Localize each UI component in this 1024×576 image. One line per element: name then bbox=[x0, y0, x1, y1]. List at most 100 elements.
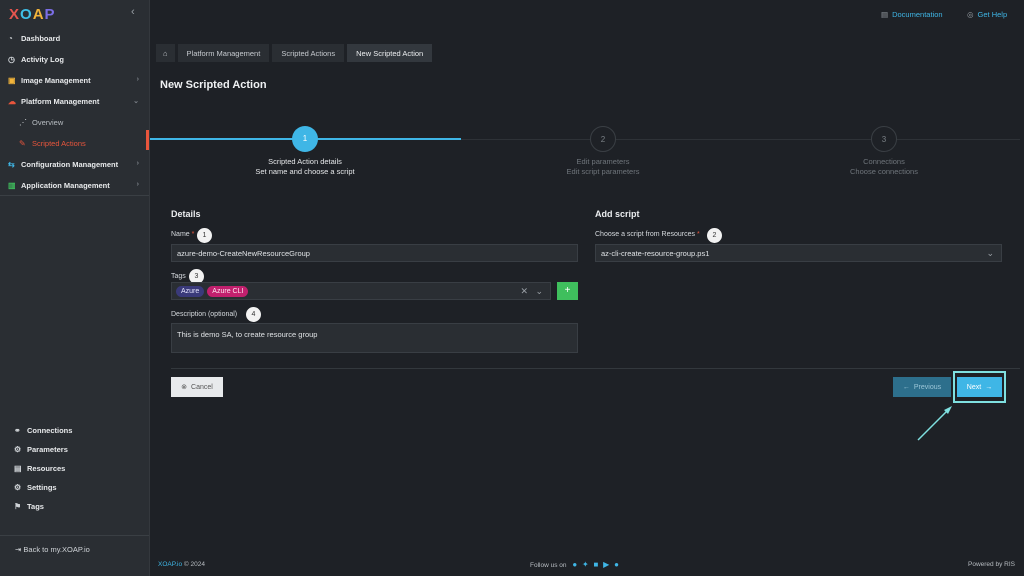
sidebar-item-label: Resources bbox=[27, 464, 66, 473]
sidebar-nav: ◔ Dashboard ◷ Activity Log ▣ Image Manag… bbox=[0, 28, 149, 196]
annotation-badge-1: 1 bbox=[197, 228, 212, 243]
chevron-right-icon: › bbox=[136, 160, 139, 167]
step-1-circle[interactable]: 1 bbox=[292, 126, 318, 152]
name-label-text: Name bbox=[171, 231, 190, 238]
breadcrumb-platform-management[interactable]: Platform Management bbox=[177, 44, 270, 62]
form-divider bbox=[171, 368, 1020, 369]
step-3-title: Connections bbox=[863, 157, 905, 166]
sidebar-item-application-management[interactable]: ▥ Application Management › bbox=[0, 175, 149, 196]
chevron-right-icon: › bbox=[136, 181, 139, 188]
name-field[interactable]: azure-demo-CreateNewResourceGroup bbox=[171, 244, 578, 262]
step-1-label: Scripted Action details Set name and cho… bbox=[205, 157, 405, 177]
sidebar-item-tags[interactable]: ⚑ Tags bbox=[0, 497, 149, 516]
step-3-label: Connections Choose connections bbox=[784, 157, 984, 177]
follow-label: Follow us on bbox=[530, 562, 567, 569]
active-indicator bbox=[146, 130, 149, 150]
footer-powered: Powered by RIS bbox=[968, 561, 1015, 568]
step-3-subtitle: Choose connections bbox=[850, 167, 918, 176]
sidebar-item-connections[interactable]: ⚭ Connections bbox=[0, 421, 149, 440]
sidebar-item-image-management[interactable]: ▣ Image Management › bbox=[0, 70, 149, 91]
tag-chip[interactable]: Azure CLI bbox=[207, 285, 249, 297]
home-icon[interactable]: ⌂ bbox=[156, 44, 175, 62]
footer-social: Follow us on ● ✦ ■ ▶ ● bbox=[530, 560, 619, 569]
footer-year: © 2024 bbox=[183, 561, 205, 568]
facebook-icon[interactable]: ● bbox=[572, 560, 577, 569]
cancel-button[interactable]: ⊗ Cancel bbox=[171, 377, 223, 397]
sidebar-item-label: Activity Log bbox=[21, 55, 64, 64]
add-tag-button[interactable]: + bbox=[557, 282, 578, 300]
cancel-label: Cancel bbox=[191, 383, 213, 391]
document-icon: ▤ bbox=[881, 10, 889, 19]
sidebar-item-label: Connections bbox=[27, 426, 73, 435]
breadcrumb-current: New Scripted Action bbox=[347, 44, 433, 62]
github-icon[interactable]: ● bbox=[614, 560, 619, 569]
sidebar-item-overview[interactable]: ⋰ Overview bbox=[0, 112, 149, 133]
youtube-icon[interactable]: ▶ bbox=[603, 560, 609, 569]
tag-chip[interactable]: Azure bbox=[176, 285, 205, 297]
sidebar-item-platform-management[interactable]: ☁ Platform Management ⌄ bbox=[0, 91, 149, 112]
sidebar-divider bbox=[0, 195, 149, 196]
step-3-circle[interactable]: 3 bbox=[871, 126, 897, 152]
parameters-icon: ⚙ bbox=[14, 445, 22, 454]
sidebar-item-resources[interactable]: ▤ Resources bbox=[0, 459, 149, 478]
sidebar-item-activity-log[interactable]: ◷ Activity Log bbox=[0, 49, 149, 70]
linkedin-icon[interactable]: ■ bbox=[593, 560, 598, 569]
details-heading: Details bbox=[171, 209, 201, 219]
footer-copyright: XOAP.io © 2024 bbox=[158, 561, 205, 568]
previous-button[interactable]: ← Previous bbox=[893, 377, 951, 397]
page-title: New Scripted Action bbox=[160, 79, 267, 91]
link-icon: ⚭ bbox=[14, 426, 21, 435]
breadcrumb: ⌂ Platform Management Scripted Actions N… bbox=[156, 44, 435, 62]
dashboard-icon: ◔ bbox=[8, 34, 13, 43]
sidebar-item-settings[interactable]: ⚙ Settings bbox=[0, 478, 149, 497]
config-icon: ⇆ bbox=[8, 160, 15, 169]
sidebar-item-label: Overview bbox=[32, 118, 64, 127]
choose-script-label: Choose a script from Resources * bbox=[595, 231, 700, 238]
sidebar-item-parameters[interactable]: ⚙ Parameters bbox=[0, 440, 149, 459]
breadcrumb-scripted-actions[interactable]: Scripted Actions bbox=[272, 44, 345, 62]
get-help-label: Get Help bbox=[977, 10, 1008, 19]
tag-icon: ⚑ bbox=[14, 502, 22, 511]
name-label: Name * bbox=[171, 231, 195, 238]
twitter-icon[interactable]: ✦ bbox=[582, 560, 589, 569]
script-select[interactable]: az-cli-create-resource-group.ps1 ⌄ bbox=[595, 244, 1002, 262]
sidebar-item-dashboard[interactable]: ◔ Dashboard bbox=[0, 28, 149, 49]
tags-label: Tags bbox=[171, 273, 186, 280]
choose-script-label-text: Choose a script from Resources bbox=[595, 231, 695, 238]
sidebar-item-label: Application Management bbox=[21, 181, 110, 190]
sidebar-item-label: Image Management bbox=[21, 76, 91, 85]
overview-icon: ⋰ bbox=[19, 118, 27, 127]
sidebar-item-label: Parameters bbox=[27, 445, 68, 454]
stepper-remaining-line bbox=[461, 139, 1020, 140]
next-button[interactable]: Next → bbox=[957, 377, 1002, 397]
step-1-title: Scripted Action details bbox=[268, 157, 342, 166]
next-label: Next bbox=[966, 383, 982, 391]
logo[interactable]: XOAP bbox=[9, 6, 56, 23]
sidebar: XOAP ‹ ◔ Dashboard ◷ Activity Log ▣ Imag… bbox=[0, 0, 150, 576]
collapse-sidebar-icon[interactable]: ‹ bbox=[131, 6, 135, 18]
sidebar-item-configuration-management[interactable]: ⇆ Configuration Management › bbox=[0, 154, 149, 175]
documentation-link[interactable]: ▤ Documentation bbox=[881, 10, 943, 19]
footer-brand[interactable]: XOAP.io bbox=[158, 561, 182, 568]
step-2-label: Edit parameters Edit script parameters bbox=[503, 157, 703, 177]
annotation-badge-4: 4 bbox=[246, 307, 261, 322]
tags-select[interactable]: Azure Azure CLI ✕ ⌄ bbox=[171, 282, 551, 300]
sidebar-item-label: Configuration Management bbox=[21, 160, 119, 169]
cancel-icon: ⊗ bbox=[181, 384, 188, 391]
sidebar-item-scripted-actions[interactable]: ✎ Scripted Actions bbox=[0, 133, 149, 154]
step-2-circle[interactable]: 2 bbox=[590, 126, 616, 152]
clear-icon[interactable]: ✕ bbox=[520, 286, 528, 297]
pointer-arrow-icon bbox=[917, 406, 952, 441]
get-help-link[interactable]: ◎ Get Help bbox=[967, 10, 1007, 19]
annotation-badge-2: 2 bbox=[707, 228, 722, 243]
back-link[interactable]: ⇥ Back to my.XOAP.io bbox=[15, 545, 90, 554]
sidebar-bottom-nav: ⚭ Connections ⚙ Parameters ▤ Resources ⚙… bbox=[0, 421, 149, 516]
chevron-down-icon[interactable]: ⌄ bbox=[535, 286, 543, 297]
description-field[interactable]: This is demo SA, to create resource grou… bbox=[171, 323, 578, 353]
sidebar-divider bbox=[0, 535, 149, 536]
topbar: ▤ Documentation ◎ Get Help bbox=[150, 0, 1024, 28]
image-icon: ▣ bbox=[8, 76, 16, 85]
cloud-icon: ☁ bbox=[8, 97, 16, 106]
step-1-subtitle: Set name and choose a script bbox=[255, 167, 355, 176]
plus-icon: + bbox=[564, 285, 571, 296]
